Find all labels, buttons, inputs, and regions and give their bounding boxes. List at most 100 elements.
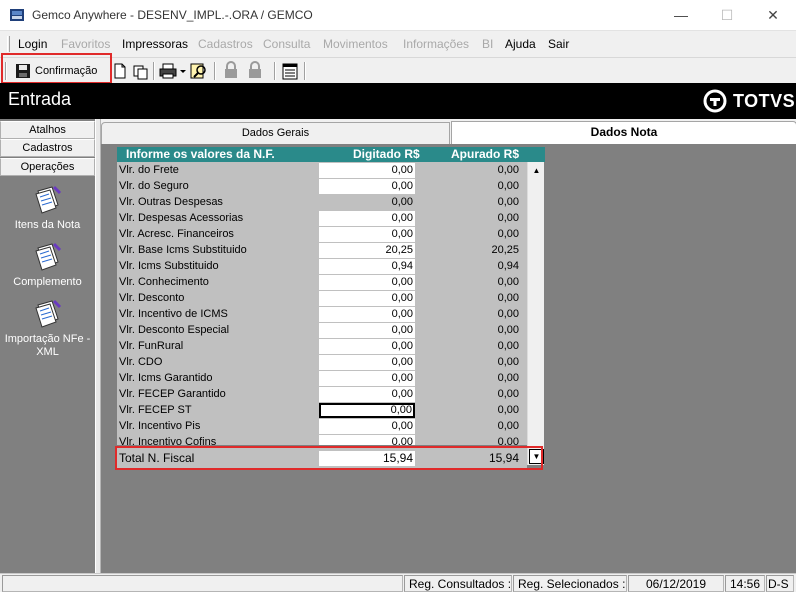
table-row: Vlr. Base Icms Substituido 20,25 20,25 (117, 242, 527, 258)
row-label: Vlr. FunRural (119, 340, 184, 352)
status-consultados: Reg. Consultados : 1 (404, 575, 512, 592)
tab-strip: Dados Gerais Dados Nota (101, 121, 796, 144)
document-icon (34, 242, 61, 271)
lock-icon[interactable] (222, 60, 242, 82)
table-row: Vlr. FECEP ST 0,00 0,00 (117, 402, 527, 418)
new-document-icon[interactable] (112, 60, 128, 82)
menu-ajuda[interactable]: Ajuda (505, 37, 536, 51)
status-extra: D-S (766, 575, 794, 592)
table-row: Vlr. Incentivo de ICMS 0,00 0,00 (117, 306, 527, 322)
digitado-field[interactable]: 0,94 (319, 259, 415, 274)
menu-cadastros[interactable]: Cadastros (198, 37, 253, 51)
grid-header-apurado: Apurado R$ (451, 147, 520, 161)
row-label: Vlr. CDO (119, 356, 163, 368)
chevron-down-icon[interactable] (179, 60, 187, 82)
digitado-field[interactable]: 0,00 (319, 307, 415, 322)
table-row: Vlr. Incentivo Pis 0,00 0,00 (117, 418, 527, 434)
search-icon[interactable] (189, 60, 209, 82)
copy-icon[interactable] (132, 60, 150, 82)
document-icon (34, 185, 61, 214)
title-bar: Gemco Anywhere - DESENV_IMPL.-.ORA / GEM… (0, 0, 796, 31)
digitado-field[interactable]: 0,00 (319, 227, 415, 242)
total-highlight-box (115, 446, 543, 470)
apurado-value: 0,00 (497, 292, 519, 304)
status-selecionados: Reg. Selecionados : 1 (513, 575, 627, 592)
row-label: Vlr. Incentivo Pis (119, 420, 201, 432)
digitado-field[interactable]: 0,00 (319, 211, 415, 226)
status-message (2, 575, 403, 592)
digitado-field[interactable]: 20,25 (319, 243, 415, 258)
toolbar-separator (274, 62, 276, 80)
table-row: Vlr. Despesas Acessorias 0,00 0,00 (117, 210, 527, 226)
apurado-value: 0,00 (497, 308, 519, 320)
digitado-field: 0,00 (391, 196, 413, 208)
digitado-field[interactable]: 0,00 (319, 403, 415, 418)
digitado-field[interactable]: 0,00 (319, 355, 415, 370)
menu-bi[interactable]: BI (482, 37, 493, 51)
lock-icon[interactable] (246, 60, 266, 82)
digitado-field[interactable]: 0,00 (319, 291, 415, 306)
table-row: Vlr. Outras Despesas 0,00 0,00 (117, 194, 527, 210)
scroll-up-arrow-icon[interactable]: ▲ (529, 163, 544, 178)
digitado-field[interactable]: 0,00 (319, 275, 415, 290)
apurado-value: 0,00 (497, 420, 519, 432)
row-label: Vlr. FECEP ST (119, 404, 192, 416)
calendar-icon[interactable] (281, 60, 299, 82)
menu-movimentos[interactable]: Movimentos (323, 37, 388, 51)
status-date: 06/12/2019 (628, 575, 724, 592)
ops-complemento[interactable]: Complemento (0, 240, 95, 289)
apurado-value: 0,00 (497, 404, 519, 416)
digitado-field[interactable]: 0,00 (319, 179, 415, 194)
totvs-logo: TOTVS (703, 89, 795, 113)
totvs-logo-icon (703, 89, 727, 113)
menu-favoritos[interactable]: Favoritos (61, 37, 110, 51)
row-label: Vlr. Incentivo de ICMS (119, 308, 228, 320)
menu-consulta[interactable]: Consulta (263, 37, 310, 51)
row-label: Vlr. Incentivo Cofins (119, 436, 217, 445)
menu-impressoras[interactable]: Impressoras (122, 37, 188, 51)
row-label: Vlr. do Frete (119, 164, 179, 176)
maximize-button[interactable]: ☐ (704, 0, 750, 31)
menu-informacoes[interactable]: Informações (403, 37, 469, 51)
row-label: Vlr. Base Icms Substituido (119, 244, 247, 256)
table-row: Vlr. Desconto Especial 0,00 0,00 (117, 322, 527, 338)
ops-importacao-nfe-xml[interactable]: Importação NFe -XML (0, 297, 95, 359)
row-label: Vlr. Despesas Acessorias (119, 212, 244, 224)
digitado-field[interactable]: 0,00 (319, 323, 415, 338)
apurado-value: 0,00 (497, 180, 519, 192)
digitado-field[interactable]: 0,00 (319, 339, 415, 354)
digitado-field[interactable]: 0,00 (319, 419, 415, 434)
tab-dados-gerais[interactable]: Dados Gerais (101, 122, 450, 144)
ops-itens-da-nota[interactable]: Itens da Nota (0, 183, 95, 232)
close-button[interactable]: ✕ (750, 0, 796, 31)
left-panel: Atalhos Cadastros Operações Itens da Not… (0, 119, 95, 573)
apurado-value: 0,00 (497, 276, 519, 288)
ops-label: Importação NFe -XML (4, 333, 91, 358)
menu-login[interactable]: Login (18, 37, 47, 51)
digitado-field[interactable]: 0,00 (319, 435, 415, 445)
apurado-value: 0,00 (497, 164, 519, 176)
nav-tab-atalhos[interactable]: Atalhos (0, 121, 95, 139)
apurado-value: 20,25 (491, 244, 519, 256)
minimize-button[interactable]: — (658, 0, 704, 31)
nav-tab-operacoes[interactable]: Operações (0, 158, 95, 176)
table-row: Vlr. CDO 0,00 0,00 (117, 354, 527, 370)
apurado-value: 0,94 (497, 260, 519, 272)
nav-tab-cadastros[interactable]: Cadastros (0, 139, 95, 157)
tab-dados-nota[interactable]: Dados Nota (451, 121, 796, 144)
grid-header-label: Informe os valores da N.F. (126, 147, 275, 161)
confirm-highlight-box (1, 53, 112, 84)
grid-header: Informe os valores da N.F. Digitado R$ A… (117, 147, 545, 162)
grid-scrollbar[interactable]: ▲ ▼ (527, 162, 544, 465)
table-row: Vlr. FECEP Garantido 0,00 0,00 (117, 386, 527, 402)
digitado-field[interactable]: 0,00 (319, 163, 415, 178)
apurado-value: 0,00 (497, 228, 519, 240)
row-label: Vlr. Desconto (119, 292, 185, 304)
menu-sair[interactable]: Sair (548, 37, 569, 51)
apurado-value: 0,00 (497, 324, 519, 336)
digitado-field[interactable]: 0,00 (319, 387, 415, 402)
print-icon[interactable] (158, 60, 178, 82)
document-icon (34, 299, 61, 328)
digitado-field[interactable]: 0,00 (319, 371, 415, 386)
row-label: Vlr. Outras Despesas (119, 196, 223, 208)
